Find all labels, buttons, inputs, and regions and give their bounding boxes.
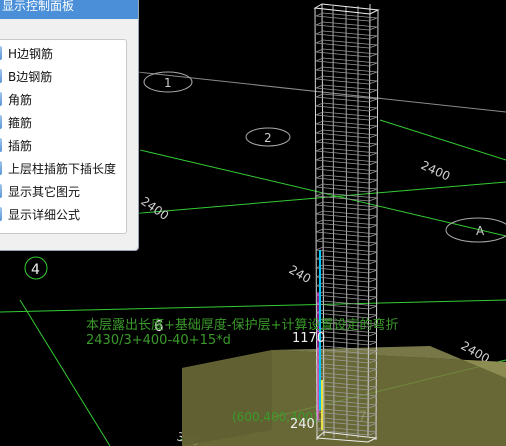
length-formula: 2430/3+400-40+15*d [86,333,231,348]
length-value: 1170 [292,331,325,346]
checkbox-icon[interactable] [0,207,2,221]
display-control-panel: 显示控制面板 H边钢筋 B边钢筋 角筋 箍筋 插筋 上层柱插筋下插长度 显示其它… [0,0,139,251]
svg-text:1: 1 [164,76,172,90]
option-corner-rebar[interactable]: 角筋 [0,90,124,108]
svg-text:2: 2 [264,131,272,145]
checkbox-icon[interactable] [0,184,2,198]
option-stirrup[interactable]: 箍筋 [0,113,124,131]
panel-title: 显示控制面板 [0,0,138,19]
checkbox-icon[interactable] [0,115,2,129]
option-insert-rebar[interactable]: 插筋 [0,136,124,154]
option-h-side-rebar[interactable]: H边钢筋 [0,44,124,62]
checkbox-icon[interactable] [0,161,2,175]
checkbox-icon[interactable] [0,138,2,152]
option-upper-insert-length[interactable]: 上层柱插筋下插长度 [0,159,124,177]
checkbox-icon[interactable] [0,46,2,60]
checkbox-icon[interactable] [0,69,2,83]
bottom-value: 240 [290,417,315,432]
checkbox-icon[interactable] [0,92,2,106]
option-show-formula[interactable]: 显示详细公式 [0,205,124,223]
option-show-other-elements[interactable]: 显示其它图元 [0,182,124,200]
svg-text:A: A [476,224,485,238]
panel-options: H边钢筋 B边钢筋 角筋 箍筋 插筋 上层柱插筋下插长度 显示其它图元 显示详细… [0,39,127,234]
length-formula-description: 本层露出长度+基础厚度-保护层+计算设置设定的弯折 [86,317,398,333]
option-b-side-rebar[interactable]: B边钢筋 [0,67,124,85]
svg-text:4: 4 [31,262,40,278]
